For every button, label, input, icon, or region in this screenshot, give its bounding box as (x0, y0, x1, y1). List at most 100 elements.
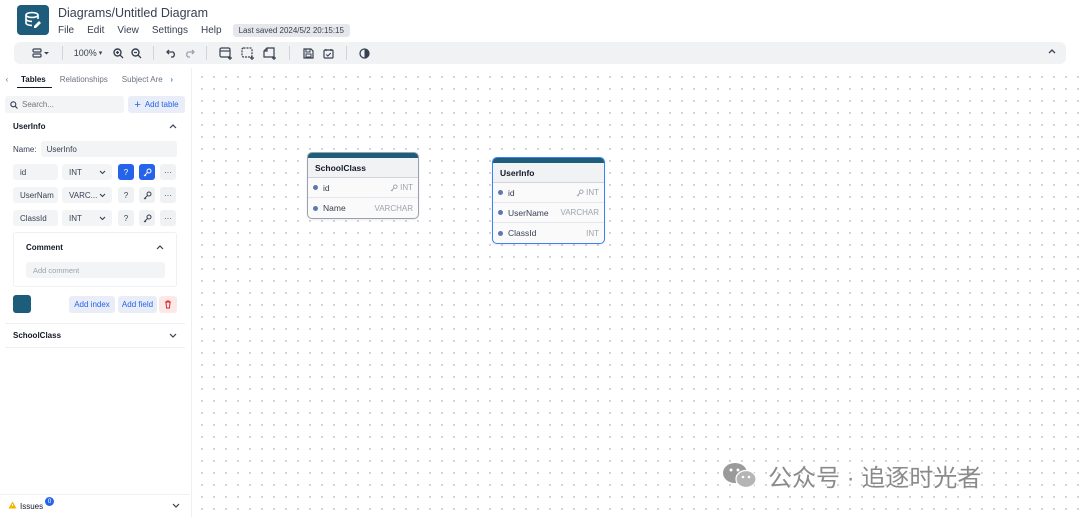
tabs-scroll-right-icon[interactable]: › (165, 75, 179, 84)
search-field[interactable] (5, 96, 124, 113)
field-handle-dot[interactable] (313, 185, 318, 190)
undo-button[interactable] (162, 42, 180, 64)
more-icon: ··· (164, 213, 172, 223)
key-icon (143, 168, 151, 176)
primary-key-toggle-button[interactable] (139, 210, 155, 226)
comment-label[interactable]: Comment (26, 243, 63, 252)
menu-settings[interactable]: Settings (152, 25, 188, 36)
chevron-down-icon (99, 216, 106, 220)
field-name-input[interactable]: id (13, 164, 58, 180)
toolbar-divider (206, 46, 207, 60)
chevron-up-icon[interactable] (169, 121, 177, 131)
field-handle-dot[interactable] (498, 230, 503, 236)
search-input[interactable] (22, 100, 122, 109)
field-name: UserName (508, 207, 549, 218)
add-area-icon (241, 46, 254, 60)
field-more-button[interactable]: ··· (160, 210, 176, 226)
table-color-picker[interactable] (13, 295, 31, 313)
menu-help[interactable]: Help (201, 25, 222, 36)
active-tab-indicator (17, 87, 52, 88)
table-node-schoolclass[interactable]: SchoolClass id INT Name VARCHAR (307, 152, 419, 219)
key-icon (390, 183, 398, 191)
add-index-button[interactable]: Add index (69, 296, 115, 313)
chevron-up-icon[interactable] (156, 242, 164, 252)
field-more-button[interactable]: ··· (160, 164, 176, 180)
last-saved-badge: Last saved 2024/5/2 20:15:15 (232, 24, 350, 37)
toolbar-divider (153, 46, 154, 60)
divider (5, 323, 185, 324)
table-name-input[interactable]: UserInfo (40, 141, 177, 157)
tab-tables[interactable]: Tables (14, 75, 53, 84)
add-table-tool-button[interactable] (215, 42, 237, 64)
field-type-select[interactable]: INT (62, 164, 112, 180)
table-node-field[interactable]: Name VARCHAR (308, 198, 418, 218)
table-section-schoolclass[interactable]: SchoolClass (13, 331, 61, 340)
menu-edit[interactable]: Edit (87, 25, 104, 36)
chevron-down-icon (99, 193, 106, 197)
field-row: ClassId INT ? ··· (13, 210, 176, 226)
issues-panel[interactable]: Issues 0 (0, 494, 190, 516)
nullable-toggle-button[interactable]: ? (118, 164, 134, 180)
collapse-toolbar-chevron-icon[interactable] (1048, 46, 1056, 57)
menu-file[interactable]: File (58, 25, 74, 36)
primary-key-toggle-button[interactable] (139, 187, 155, 203)
add-field-button[interactable]: Add field (118, 296, 157, 313)
zoom-out-button[interactable] (127, 42, 145, 64)
app-logo-icon[interactable] (17, 5, 49, 35)
issues-count-badge: 0 (45, 497, 54, 506)
wechat-icon (723, 462, 757, 488)
field-name-input[interactable]: ClassId (13, 210, 58, 226)
table-node-field[interactable]: id INT (308, 178, 418, 198)
chevron-down-icon[interactable] (172, 501, 180, 511)
undo-icon (165, 49, 175, 58)
zoom-in-icon (112, 47, 123, 58)
contrast-icon (358, 47, 370, 59)
field-handle-dot[interactable] (498, 210, 503, 215)
field-type-label: VARCHAR (560, 208, 599, 217)
divider (5, 347, 185, 348)
field-name-input[interactable]: UserNam (13, 187, 58, 203)
field-type-label: INT (400, 183, 413, 192)
theme-toggle-button[interactable] (355, 42, 373, 64)
field-handle-dot[interactable] (498, 190, 503, 195)
trash-icon (165, 300, 171, 309)
zoom-select[interactable]: 100% ▾ (71, 42, 105, 64)
field-more-button[interactable]: ··· (160, 187, 176, 203)
versions-button[interactable] (318, 42, 338, 64)
zoom-in-button[interactable] (109, 42, 127, 64)
nullable-toggle-button[interactable]: ? (118, 210, 134, 226)
table-node-field[interactable]: id INT (493, 183, 604, 203)
add-table-button[interactable]: + Add table (128, 96, 185, 113)
zoom-out-icon (130, 47, 141, 58)
table-node-userinfo[interactable]: UserInfo id INT UserName VARCHAR ClassId… (492, 157, 605, 244)
tabs-scroll-left-icon[interactable]: ‹ (0, 75, 14, 84)
nullable-toggle-button[interactable]: ? (118, 187, 134, 203)
field-handle-dot[interactable] (313, 205, 318, 211)
tab-relationships[interactable]: Relationships (53, 75, 115, 84)
table-node-field[interactable]: UserName VARCHAR (493, 203, 604, 223)
diagram-canvas[interactable]: SchoolClass id INT Name VARCHAR UserInfo… (192, 68, 1080, 517)
delete-table-button[interactable] (159, 296, 177, 313)
field-type-select[interactable]: INT (62, 210, 112, 226)
sidebar-tabs: ‹ Tables Relationships Subject Are › (0, 70, 190, 88)
menu-view[interactable]: View (117, 25, 139, 36)
save-button[interactable] (298, 42, 318, 64)
field-type-value: INT (69, 167, 82, 177)
table-node-field[interactable]: ClassId INT (493, 223, 604, 243)
comment-input[interactable]: Add comment (26, 262, 165, 278)
chevron-down-icon[interactable] (169, 331, 177, 341)
watermark-text: 公众号 · 追逐时光者 (768, 465, 982, 492)
diagram-title[interactable]: Diagrams/Untitled Diagram (58, 6, 208, 20)
issues-label: Issues (20, 502, 44, 511)
field-type-value: VARC... (69, 190, 98, 200)
layout-menu-button[interactable] (28, 42, 54, 64)
primary-key-toggle-button[interactable] (139, 164, 155, 180)
add-area-tool-button[interactable] (237, 42, 259, 64)
redo-button[interactable] (180, 42, 198, 64)
field-type-select[interactable]: VARC... (62, 187, 112, 203)
add-note-tool-button[interactable] (259, 42, 281, 64)
tab-subject-areas[interactable]: Subject Are (115, 75, 165, 84)
add-table-label: Add table (144, 100, 179, 109)
table-section-userinfo[interactable]: UserInfo (13, 122, 45, 131)
watermark: 公众号 · 追逐时光者 (720, 458, 981, 493)
